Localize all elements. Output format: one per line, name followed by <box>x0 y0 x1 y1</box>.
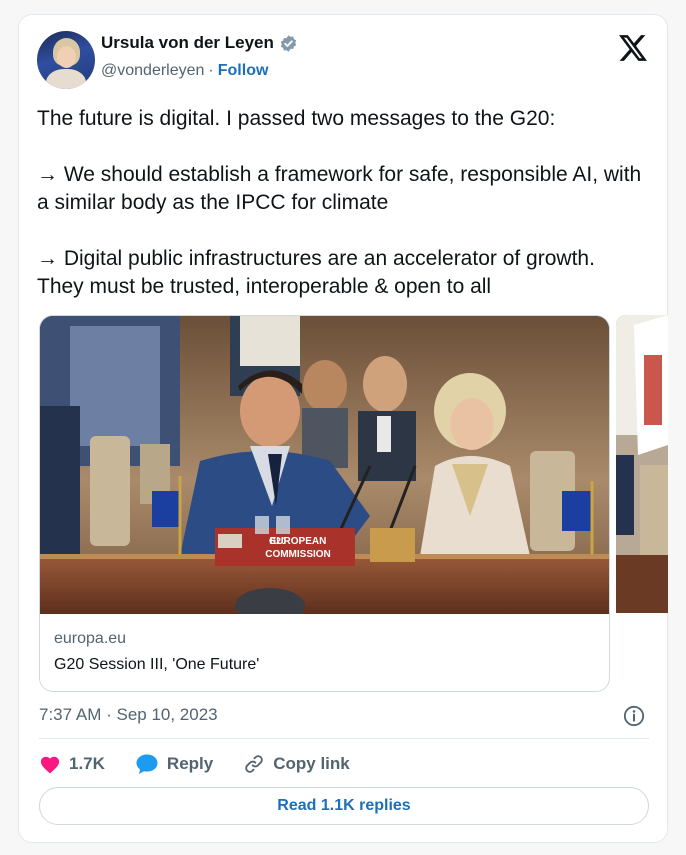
heart-icon <box>40 756 60 774</box>
link-icon <box>245 755 263 773</box>
author-name[interactable]: Ursula von der Leyen <box>101 33 274 53</box>
link-title: G20 Session III, 'One Future' <box>54 656 260 673</box>
tweet-paragraph: The future is digital. I passed two mess… <box>37 107 556 130</box>
author-name-row: Ursula von der Leyen <box>101 33 298 53</box>
photo-illustration: G20 EUROPEAN COMMISSION <box>40 316 609 614</box>
read-replies-button[interactable]: Read 1.1K replies <box>39 787 649 825</box>
placard-line-1: EUROPEAN <box>270 536 327 547</box>
info-icon[interactable] <box>623 705 645 727</box>
author-handle-row: @vonderleyen · Follow <box>101 62 268 80</box>
follow-button[interactable]: Follow <box>218 62 269 80</box>
link-domain: europa.eu <box>54 630 127 647</box>
reply-button[interactable]: Reply <box>135 753 213 775</box>
like-button[interactable]: 1.7K <box>39 754 105 774</box>
like-count: 1.7K <box>69 754 105 773</box>
divider <box>39 738 649 739</box>
tweet-paragraph: → Digital public infrastructures are an … <box>37 247 595 298</box>
action-bar: 1.7K Reply Copy link <box>39 752 380 776</box>
read-replies-label: Read 1.1K replies <box>277 797 411 814</box>
avatar-body <box>46 69 86 89</box>
tweet-card: Ursula von der Leyen @vonderleyen · Foll… <box>18 14 668 843</box>
link-meta[interactable]: europa.eu G20 Session III, 'One Future' <box>40 614 609 691</box>
tweet-paragraph: → We should establish a framework for sa… <box>37 163 642 214</box>
g20-session-photo[interactable]: G20 EUROPEAN COMMISSION <box>40 316 609 614</box>
avatar[interactable] <box>37 31 95 89</box>
copy-link-label: Copy link <box>273 754 350 773</box>
placard-line-2: COMMISSION <box>265 549 331 560</box>
author-handle[interactable]: @vonderleyen <box>101 62 204 80</box>
tweet-timestamp[interactable]: 7:37 AM · Sep 10, 2023 <box>39 705 218 725</box>
verified-badge-icon <box>280 34 297 52</box>
link-card[interactable]: G20 EUROPEAN COMMISSION europa.eu G20 Se… <box>39 315 610 692</box>
tweet-text: The future is digital. I passed two mess… <box>37 105 647 301</box>
next-photo-preview[interactable] <box>616 315 668 613</box>
speech-bubble-icon <box>136 754 158 774</box>
avatar-face <box>57 46 76 68</box>
next-photo-illustration <box>616 315 668 613</box>
copy-link-button[interactable]: Copy link <box>243 753 350 775</box>
x-logo-icon[interactable] <box>619 35 647 61</box>
handle-separator: · <box>208 62 214 79</box>
reply-label: Reply <box>166 754 214 773</box>
